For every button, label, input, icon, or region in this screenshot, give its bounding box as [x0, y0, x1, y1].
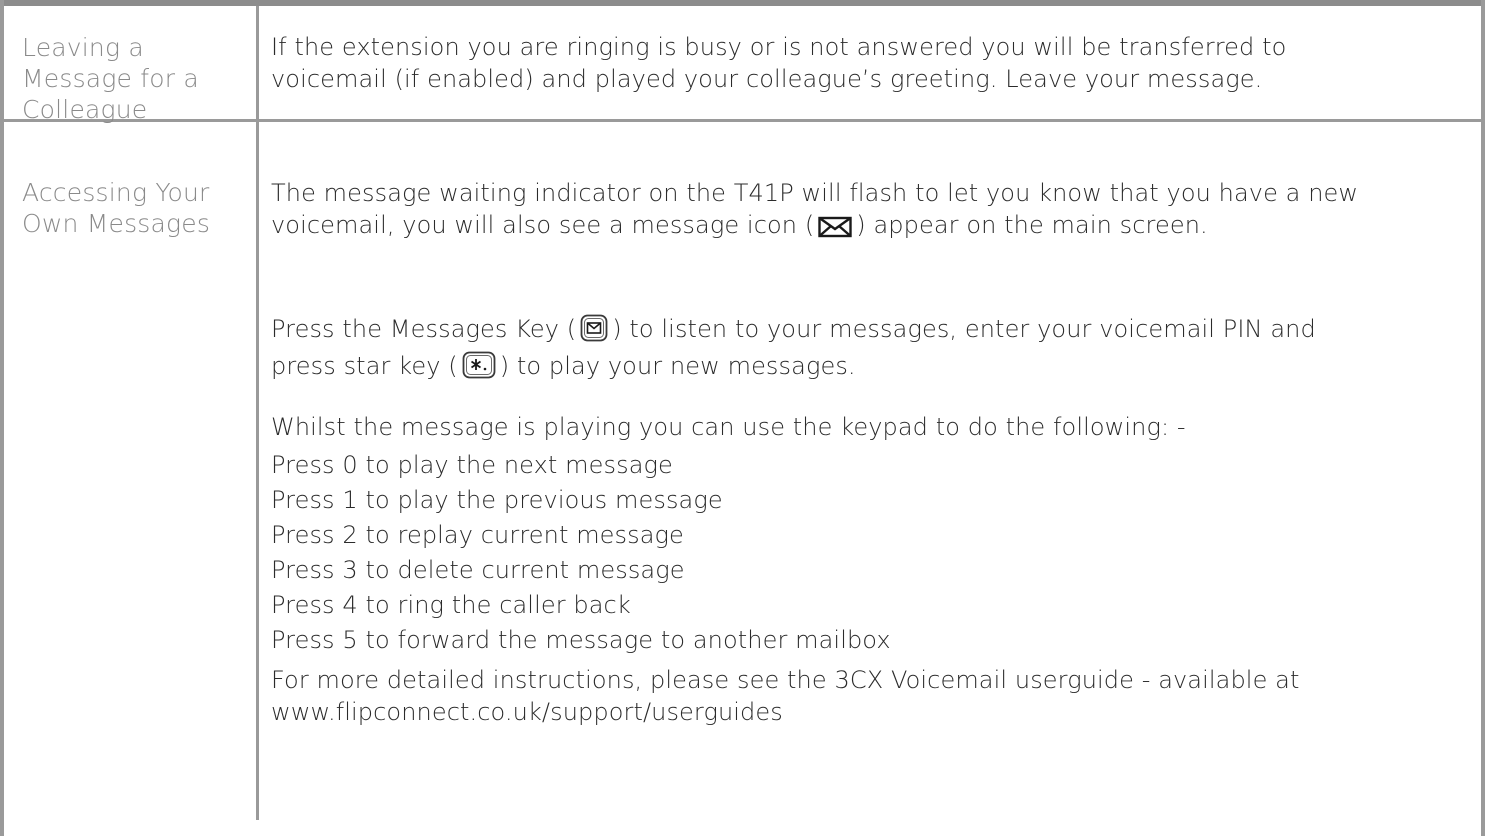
keypad-intro: Whilst the message is playing you can us…	[271, 413, 1186, 441]
messages-key-paragraph: Press the Messages Key ( ) to listen to y…	[271, 314, 1466, 387]
row-label-line: Leaving a	[22, 33, 144, 62]
row-label-line: Message for a	[22, 64, 199, 93]
body-line: If the extension you are ringing is busy…	[271, 33, 1287, 61]
body-text-fragment: Press the Messages Key (	[271, 315, 577, 343]
body-text-fragment: ) to play your new messages.	[499, 351, 856, 380]
column-divider	[256, 122, 259, 820]
row-label-accessing-messages: Accessing Your Own Messages	[22, 177, 210, 239]
body-line: For more detailed instructions, please s…	[271, 666, 1300, 694]
table-top-border	[0, 0, 1485, 6]
keypad-option: Press 3 to delete current message	[271, 555, 685, 584]
row-label-line: Own Messages	[22, 209, 211, 238]
table-left-border	[0, 0, 4, 836]
star-key-icon	[462, 351, 496, 388]
body-text-fragment: ) appear on the main screen.	[856, 210, 1208, 239]
row-label-leaving-message: Leaving a Message for a Colleague	[22, 32, 199, 125]
more-info-paragraph: For more detailed instructions, please s…	[271, 665, 1466, 728]
body-line: Press the Messages Key ( ) to listen to y…	[271, 314, 1466, 351]
row-divider	[0, 119, 1485, 122]
table-right-border	[1481, 0, 1485, 836]
body-line: voicemail (if enabled) and played your c…	[271, 64, 1263, 93]
keypad-option: Press 5 to forward the message to anothe…	[271, 625, 891, 654]
message-indicator-paragraph: The message waiting indicator on the T41…	[271, 178, 1466, 246]
body-text-fragment: ) to listen to your messages, enter your…	[612, 315, 1316, 343]
keypad-options-section: Whilst the message is playing you can us…	[271, 412, 1466, 658]
leaving-message-description: If the extension you are ringing is busy…	[271, 32, 1466, 95]
keypad-option: Press 0 to play the next message	[271, 450, 673, 479]
body-text-fragment: voicemail, you will also see a message i…	[271, 210, 815, 239]
row-label-line: Accessing Your	[22, 178, 210, 207]
column-divider	[256, 6, 259, 119]
body-text-fragment: press star key (	[271, 351, 458, 380]
messages-key-icon	[580, 314, 608, 351]
body-line: voicemail, you will also see a message i…	[271, 210, 1466, 247]
body-line: press star key ( ) to play your new messa…	[271, 351, 1466, 388]
keypad-option: Press 4 to ring the caller back	[271, 590, 631, 619]
voicemail-guide-table: Leaving a Message for a Colleague If the…	[0, 0, 1485, 836]
row-label-line: Colleague	[22, 95, 148, 124]
body-line: The message waiting indicator on the T41…	[271, 179, 1359, 207]
keypad-option: Press 1 to play the previous message	[271, 485, 723, 514]
userguides-link[interactable]: www.flipconnect.co.uk/support/userguides	[271, 697, 1466, 729]
keypad-option: Press 2 to replay current message	[271, 520, 684, 549]
envelope-icon	[818, 215, 852, 247]
